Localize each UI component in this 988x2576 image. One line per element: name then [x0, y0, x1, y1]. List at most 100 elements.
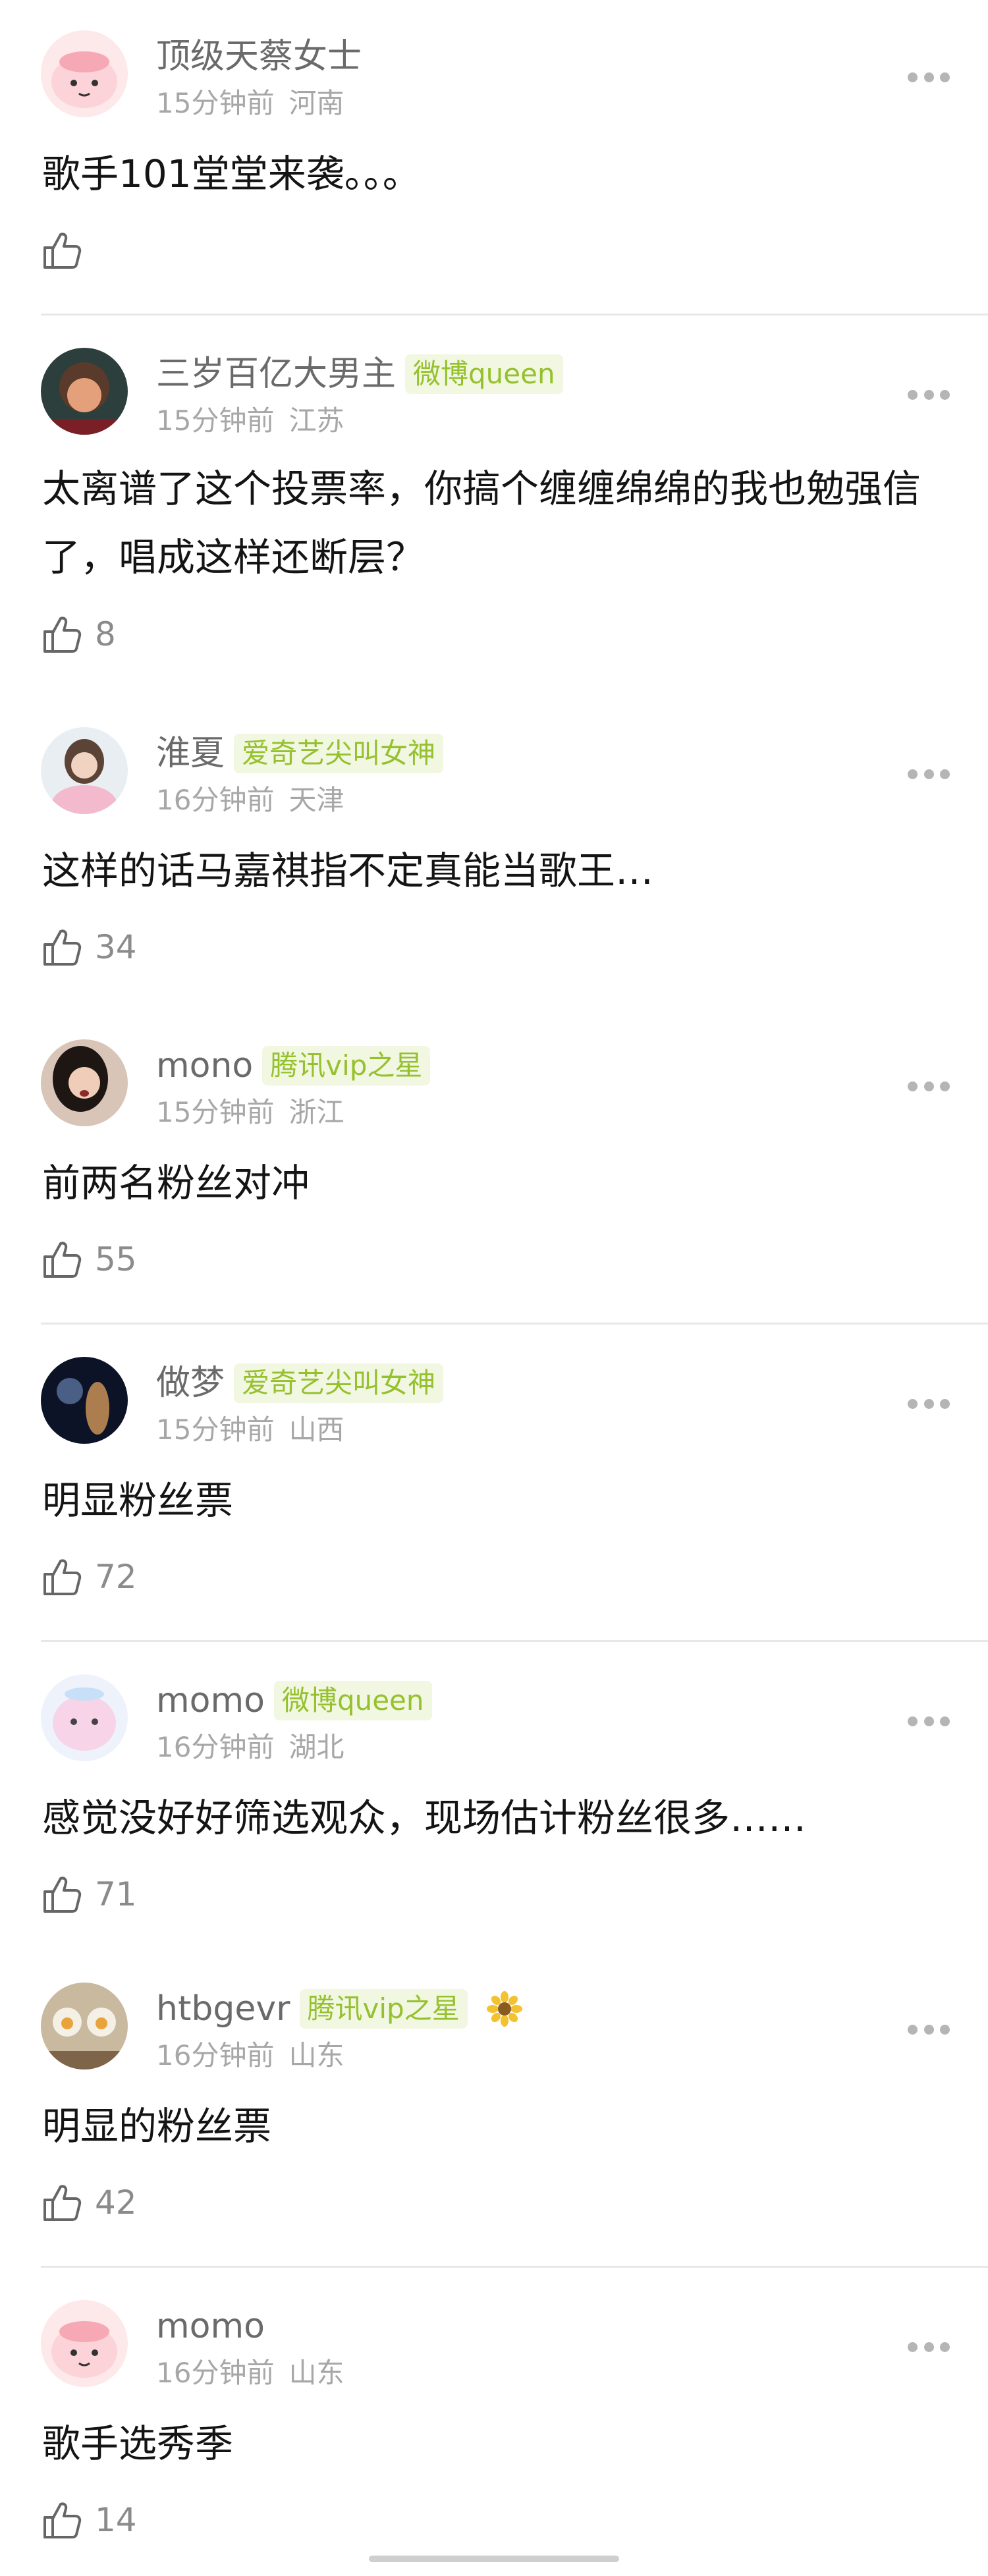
comment-time: 16分钟前 — [156, 1731, 275, 1763]
like-count: 34 — [95, 928, 137, 966]
username[interactable]: htbgevr — [156, 1988, 290, 2030]
food-photo-avatar-icon — [41, 1983, 128, 2069]
comment-location: 湖北 — [288, 1731, 344, 1763]
user-badge: 腾讯vip之星 — [299, 1989, 468, 2029]
more-options-icon[interactable] — [908, 388, 950, 401]
username[interactable]: 淮夏 — [156, 732, 225, 775]
divider — [41, 2266, 988, 2268]
like-button[interactable]: 34 — [41, 926, 137, 968]
pastel-creature-avatar-icon — [41, 1674, 128, 1761]
like-button[interactable]: 8 — [41, 613, 116, 655]
pink-blob-avatar-icon — [41, 2300, 128, 2387]
avatar[interactable] — [41, 1983, 128, 2069]
like-button[interactable]: 42 — [41, 2181, 137, 2224]
like-button[interactable]: 72 — [41, 1556, 137, 1598]
like-button[interactable]: 55 — [41, 1238, 137, 1280]
comment-meta: 15分钟前 山西 — [156, 1412, 344, 1448]
comment-meta: 15分钟前 浙江 — [156, 1095, 344, 1130]
more-options-icon[interactable] — [908, 1714, 950, 1728]
username[interactable]: 三岁百亿大男主 — [156, 353, 396, 395]
divider — [41, 314, 988, 315]
username[interactable]: mono — [156, 1045, 253, 1087]
comment-text: 太离谱了这个投票率，你搞个缠缠绵绵的我也勉强信了，唱成这样还断层？ — [42, 466, 921, 580]
dark-figure-avatar-icon — [41, 1357, 128, 1444]
user-badge: 爱奇艺尖叫女神 — [234, 734, 444, 773]
avatar[interactable] — [41, 30, 128, 117]
scroll-indicator[interactable] — [369, 2556, 619, 2562]
thumbs-up-icon — [43, 2185, 82, 2221]
pink-blob-avatar-icon — [41, 30, 128, 117]
name-row: 淮夏 爱奇艺尖叫女神 — [156, 732, 444, 775]
name-row: momo 微博queen — [156, 1680, 432, 1722]
comment-time: 16分钟前 — [156, 784, 275, 816]
name-row: 做梦 爱奇艺尖叫女神 — [156, 1362, 444, 1404]
comment-location: 山西 — [288, 1413, 344, 1446]
comment-meta: 16分钟前 山东 — [156, 2355, 344, 2391]
username[interactable]: 顶级天蔡女士 — [156, 36, 362, 78]
username[interactable]: momo — [156, 2305, 265, 2347]
name-row: 顶级天蔡女士 — [156, 36, 362, 78]
user-badge: 爱奇艺尖叫女神 — [234, 1363, 444, 1403]
comment-location: 江苏 — [288, 404, 344, 437]
username[interactable]: momo — [156, 1680, 265, 1722]
divider — [41, 1640, 988, 1642]
like-button[interactable] — [41, 229, 95, 271]
more-options-icon[interactable] — [908, 767, 950, 781]
user-badge: 腾讯vip之星 — [262, 1046, 431, 1085]
woman-photo-avatar-icon — [41, 1039, 128, 1126]
like-count: 71 — [95, 1875, 137, 1913]
like-button[interactable]: 71 — [41, 1873, 137, 1915]
avatar[interactable] — [41, 1039, 128, 1126]
comment-meta: 15分钟前 江苏 — [156, 403, 344, 439]
comment-meta: 16分钟前 天津 — [156, 782, 344, 818]
thumbs-up-icon — [43, 1877, 82, 1913]
comment-time: 15分钟前 — [156, 87, 275, 119]
like-count: 14 — [95, 2501, 137, 2539]
comment-text: 这样的话马嘉祺指不定真能当歌王… — [42, 848, 654, 893]
like-button[interactable]: 14 — [41, 2499, 137, 2541]
girl-photo-avatar-icon — [41, 727, 128, 814]
like-count: 55 — [95, 1240, 137, 1278]
comment-time: 15分钟前 — [156, 404, 275, 437]
more-options-icon[interactable] — [908, 1080, 950, 1093]
more-options-icon[interactable] — [908, 2023, 950, 2036]
comment-time: 16分钟前 — [156, 2039, 275, 2071]
comment-text: 歌手选秀季 — [42, 2421, 234, 2466]
like-count: 72 — [95, 1558, 137, 1596]
comment-meta: 16分钟前 湖北 — [156, 1730, 344, 1765]
user-badge: 微博queen — [405, 354, 563, 394]
cartoon-girl-avatar-icon — [41, 348, 128, 435]
avatar[interactable] — [41, 1357, 128, 1444]
name-row: momo — [156, 2305, 265, 2347]
more-options-icon[interactable] — [908, 1397, 950, 1410]
username[interactable]: 做梦 — [156, 1362, 225, 1404]
avatar[interactable] — [41, 1674, 128, 1761]
thumbs-up-icon — [43, 1242, 82, 1278]
comment-text: 前两名粉丝对冲 — [42, 1161, 310, 1205]
avatar[interactable] — [41, 727, 128, 814]
comment-text: 感觉没好好筛选观众，现场估计粉丝很多…… — [42, 1795, 807, 1840]
sunflower-icon — [486, 1991, 522, 2027]
comment-meta: 16分钟前 山东 — [156, 2038, 344, 2073]
thumbs-up-icon — [43, 617, 82, 653]
like-count: 8 — [95, 615, 116, 653]
comment-location: 天津 — [288, 784, 344, 816]
comment-time: 15分钟前 — [156, 1096, 275, 1128]
divider — [41, 1323, 988, 1325]
thumbs-up-icon — [43, 1559, 82, 1595]
comment-text: 歌手101堂堂来袭。。。 — [42, 151, 421, 196]
like-count: 42 — [95, 2183, 137, 2222]
avatar[interactable] — [41, 348, 128, 435]
more-options-icon[interactable] — [908, 2340, 950, 2353]
more-options-icon[interactable] — [908, 70, 950, 84]
comment-location: 山东 — [288, 2039, 344, 2071]
name-row: htbgevr 腾讯vip之星 — [156, 1988, 523, 2030]
thumbs-up-icon — [43, 929, 82, 966]
avatar[interactable] — [41, 2300, 128, 2387]
comment-text: 明显粉丝票 — [42, 1478, 234, 1523]
name-row: 三岁百亿大男主 微博queen — [156, 353, 563, 395]
comment-location: 河南 — [288, 87, 344, 119]
thumbs-up-icon — [43, 233, 82, 269]
thumbs-up-icon — [43, 2502, 82, 2538]
comment-meta: 15分钟前 河南 — [156, 86, 344, 121]
